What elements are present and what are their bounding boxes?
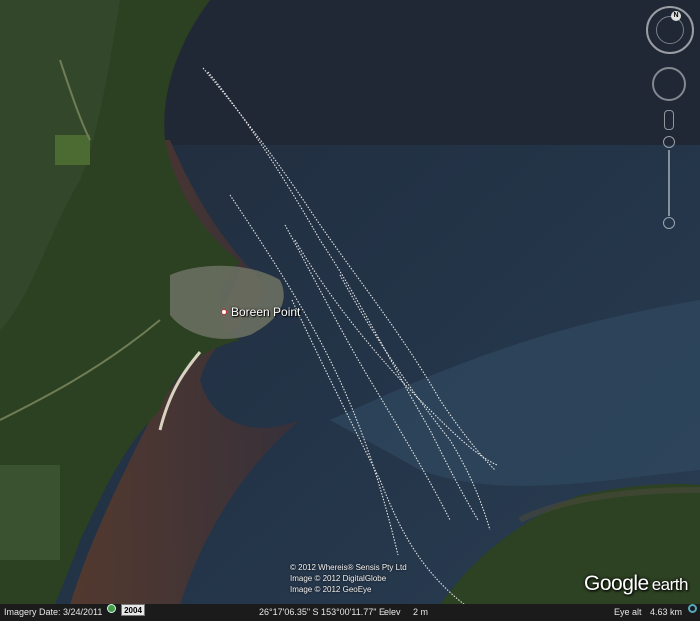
attribution-line: © 2012 Whereis® Sensis Pty Ltd	[290, 563, 407, 572]
zoom-slider[interactable]	[668, 150, 670, 216]
map-viewport[interactable]: Boreen Point © 2012 Whereis® Sensis Pty …	[0, 0, 700, 621]
farm-plots	[0, 465, 60, 560]
eye-alt-value: 4.63 km	[650, 607, 683, 617]
coordinates-readout: 26°17'06.35" S 153°00'11.77" E	[259, 607, 385, 617]
eye-alt-label: Eye alt	[614, 607, 642, 617]
attribution-line: Image © 2012 DigitalGlobe	[290, 574, 387, 583]
historical-imagery-icon[interactable]	[107, 604, 116, 613]
elevation-label: elev	[384, 607, 401, 617]
zoom-in-button[interactable]	[663, 136, 675, 148]
status-bar: Imagery Date: 3/24/2011 2004 26°17'06.35…	[0, 604, 700, 621]
google-earth-logo: Google earth	[584, 572, 688, 596]
street-view-pegman-icon[interactable]	[664, 110, 674, 130]
look-joystick-icon[interactable]	[656, 16, 684, 44]
streaming-status-icon	[688, 604, 697, 613]
logo-google-text: Google	[584, 572, 649, 595]
field-patch	[55, 135, 90, 165]
logo-earth-text: earth	[651, 575, 689, 594]
compass-ring[interactable]: N	[646, 6, 694, 54]
place-label[interactable]: Boreen Point	[231, 305, 300, 319]
water-tile-dark	[160, 0, 700, 145]
attribution: © 2012 Whereis® Sensis Pty Ltd Image © 2…	[290, 562, 430, 595]
navigation-controls: N	[642, 0, 700, 240]
zoom-out-button[interactable]	[663, 217, 675, 229]
place-pin-icon[interactable]	[221, 309, 227, 315]
year-badge[interactable]: 2004	[121, 604, 145, 616]
attribution-line: Image © 2012 GeoEye	[290, 585, 372, 594]
elevation-value: 2 m	[413, 607, 429, 617]
satellite-map[interactable]	[0, 0, 700, 621]
imagery-date: Imagery Date: 3/24/2011	[4, 607, 103, 617]
move-joystick-icon[interactable]	[652, 67, 686, 101]
